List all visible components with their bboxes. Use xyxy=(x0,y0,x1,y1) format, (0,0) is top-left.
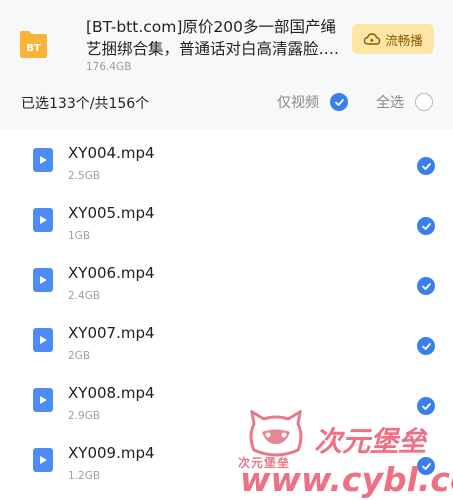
file-size: 1.2GB xyxy=(68,470,101,482)
video-file-icon xyxy=(33,448,53,472)
only-video-check-icon[interactable] xyxy=(330,93,348,111)
file-check-icon[interactable] xyxy=(417,277,435,295)
file-header: BT [BT-btt.com]原价200多一部国产绳艺捆绑合集，普通话对白高清露… xyxy=(0,0,453,130)
video-file-icon xyxy=(33,328,53,352)
file-size: 2.5GB xyxy=(68,170,101,182)
file-size: 2GB xyxy=(68,350,91,362)
list-item[interactable]: XY007.mp4 2GB xyxy=(0,312,453,372)
video-file-icon xyxy=(33,208,53,232)
video-file-icon xyxy=(33,268,53,292)
video-file-icon xyxy=(33,388,53,412)
only-video-label: 仅视频 xyxy=(277,95,319,111)
file-name: XY004.mp4 xyxy=(68,144,155,162)
folder-icon: BT xyxy=(20,31,47,58)
total-size: 176.4GB xyxy=(86,61,132,73)
file-name: XY006.mp4 xyxy=(68,264,155,282)
list-item[interactable]: XY009.mp4 1.2GB xyxy=(0,432,453,492)
file-check-icon[interactable] xyxy=(417,457,435,475)
file-check-icon[interactable] xyxy=(417,157,435,175)
only-video-toggle[interactable]: 仅视频 xyxy=(277,92,348,112)
select-all-toggle[interactable]: 全选 xyxy=(376,92,433,112)
cloud-play-icon xyxy=(364,33,381,45)
select-all-circle-icon[interactable] xyxy=(415,93,433,111)
list-item[interactable]: XY008.mp4 2.9GB xyxy=(0,372,453,432)
list-item[interactable]: XY005.mp4 1GB xyxy=(0,192,453,252)
folder-badge-text: BT xyxy=(26,43,41,54)
torrent-title: [BT-btt.com]原价200多一部国产绳艺捆绑合集，普通话对白高清露脸…. xyxy=(86,18,339,58)
smooth-play-button[interactable]: 流畅播 xyxy=(352,24,434,54)
smooth-play-label: 流畅播 xyxy=(385,32,423,48)
file-size: 2.9GB xyxy=(68,410,101,422)
file-name: XY009.mp4 xyxy=(68,444,155,462)
file-check-icon[interactable] xyxy=(417,217,435,235)
file-name: XY005.mp4 xyxy=(68,204,155,222)
file-check-icon[interactable] xyxy=(417,397,435,415)
selection-count: 已选133个/共156个 xyxy=(21,96,150,112)
file-check-icon[interactable] xyxy=(417,337,435,355)
file-size: 1GB xyxy=(68,230,91,242)
file-name: XY008.mp4 xyxy=(68,384,155,402)
file-size: 2.4GB xyxy=(68,290,101,302)
select-all-label: 全选 xyxy=(376,95,404,111)
list-item[interactable]: XY006.mp4 2.4GB xyxy=(0,252,453,312)
video-file-icon xyxy=(33,148,53,172)
list-item[interactable]: XY004.mp4 2.5GB xyxy=(0,132,453,192)
file-name: XY007.mp4 xyxy=(68,324,155,342)
